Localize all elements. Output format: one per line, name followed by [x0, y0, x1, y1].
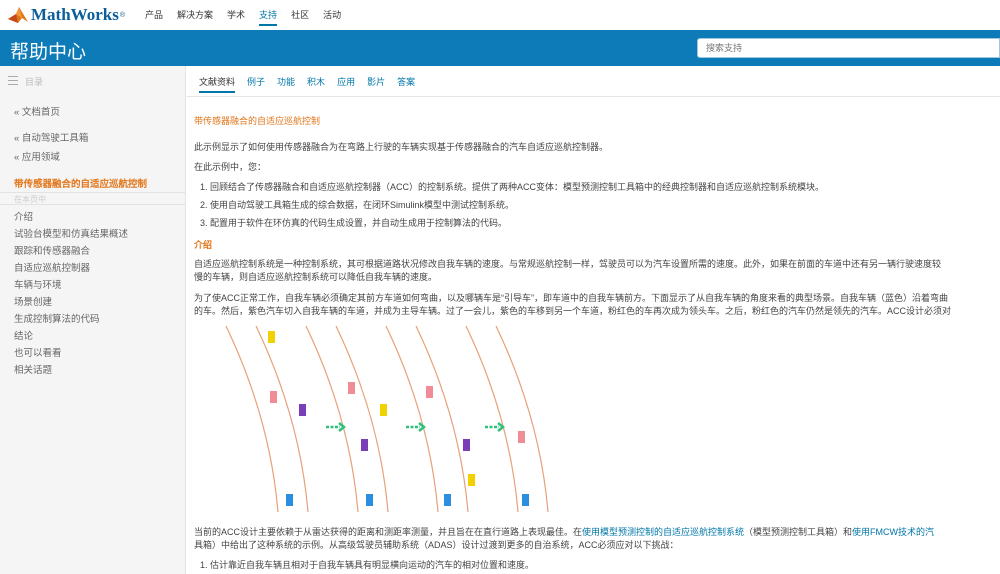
tab-functions[interactable]: 功能	[277, 75, 295, 93]
sidebar-item-doc-home[interactable]: « 文档首页	[14, 104, 60, 118]
sidebar-item-code-generation[interactable]: 生成控制算法的代码	[14, 311, 100, 325]
ego-car	[286, 494, 293, 506]
purple-car	[299, 404, 306, 416]
lane-line	[305, 325, 359, 513]
pink-car	[518, 431, 525, 443]
tab-examples[interactable]: 例子	[247, 75, 265, 93]
lane-line	[225, 325, 279, 513]
tab-apps[interactable]: 应用	[337, 75, 355, 93]
sidebar-item-related-topics[interactable]: 相关话题	[14, 362, 52, 376]
sidebar-item-current-page[interactable]: 带传感器融合的自适应巡航控制	[14, 176, 147, 190]
tab-documentation[interactable]: 文献资料	[199, 75, 236, 93]
lane-line	[495, 325, 549, 513]
tab-divider	[187, 96, 1000, 97]
paragraph-line: 当前的ACC设计主要依赖于从雷达获得的距离和测距率测量，并且旨在在直行道路上表现…	[194, 525, 934, 538]
sidebar-divider	[0, 204, 185, 205]
paragraph-line: 为了使ACC正常工作，自我车辆必须确定其前方车道如何弯曲，以及哪辆车是“引导车”…	[194, 293, 949, 303]
logo-trademark: ®	[119, 11, 126, 19]
logo-text: MathWorks	[31, 5, 119, 24]
article-title: 带传感器融合的自适应巡航控制	[194, 116, 321, 126]
lane-line	[415, 325, 469, 513]
sidebar-item-tracking-fusion[interactable]: 跟踪和传感器融合	[14, 243, 90, 257]
sidebar-item-introduction[interactable]: 介绍	[14, 209, 33, 223]
help-center-banner: 帮助中心	[0, 30, 1000, 66]
top-bar: MathWorks ® 产品 解决方案 学术 支持 社区 活动	[0, 0, 1000, 31]
top-nav: 产品 解决方案 学术 支持 社区 活动	[145, 8, 355, 26]
tab-answers[interactable]: 答案	[397, 75, 415, 93]
sidebar-item-applications[interactable]: « 应用领域	[14, 149, 60, 163]
lane-scenario-figure	[225, 325, 549, 513]
step-item: 2. 使用自动驾驶工具箱生成的综合数据，在闭环Simulink模型中测试控制系统…	[200, 200, 515, 210]
paragraph-line: 自适应巡航控制系统是一种控制系统，其可根据道路状况修改自我车辆的速度。与常规巡航…	[194, 259, 942, 269]
pink-car	[270, 391, 277, 403]
sidebar-header[interactable]: 目录	[0, 70, 185, 92]
link-mpc-acc[interactable]: 使用模型预测控制的自适应巡航控制系统	[582, 527, 744, 537]
paragraph-text: （模型预测控制工具箱）和	[744, 527, 853, 537]
in-this-example-text: 在此示例中，您：	[194, 162, 267, 172]
search-input[interactable]	[697, 38, 1000, 58]
lane-lines	[225, 325, 549, 513]
step-item: 1. 回顾结合了传感器融合和自适应巡航控制器（ACC）的控制系统。提供了两种AC…	[200, 182, 825, 192]
mathworks-logo[interactable]: MathWorks ®	[8, 4, 125, 26]
ego-car	[366, 494, 373, 506]
sidebar-divider	[0, 192, 185, 193]
sidebar-item-scenario-creation[interactable]: 场景创建	[14, 294, 52, 308]
pink-car	[426, 386, 433, 398]
paragraph-text: 当前的ACC设计主要依赖于从雷达获得的距离和测距率测量，并且旨在在直行道路上表现…	[194, 527, 583, 537]
tab-blocks[interactable]: 积木	[307, 75, 325, 93]
doc-tabs: 文献资料 例子 功能 积木 应用 影片 答案	[199, 75, 427, 93]
nav-products[interactable]: 产品	[145, 8, 163, 26]
hamburger-icon[interactable]	[8, 76, 18, 88]
arrow-icon	[406, 422, 427, 432]
article-intro: 此示例显示了如何使用传感器融合为在弯路上行驶的车辆实现基于传感器融合的汽车自适应…	[194, 142, 609, 152]
ego-car	[444, 494, 451, 506]
sidebar-item-see-also[interactable]: 也可以看看	[14, 345, 62, 359]
nav-academia[interactable]: 学术	[227, 8, 245, 26]
lane-line	[335, 325, 389, 513]
arrow-icon	[485, 422, 506, 432]
sidebar-item-conclusion[interactable]: 结论	[14, 328, 33, 342]
paragraph-line: 的车。然后，紫色汽车切入自我车辆的车道，并成为主导车辆。过了一会儿，紫色的车移到…	[194, 306, 952, 316]
ego-car	[522, 494, 529, 506]
yellow-car	[468, 474, 475, 486]
sidebar-item-acc-controller[interactable]: 自适应巡航控制器	[14, 260, 90, 274]
pink-car	[348, 382, 355, 394]
challenge-item: 1. 估计靠近自我车辆且相对于自我车辆具有明显横向运动的汽车的相对位置和速度。	[200, 560, 535, 570]
nav-support[interactable]: 支持	[259, 8, 278, 26]
nav-solutions[interactable]: 解决方案	[177, 8, 213, 26]
sidebar-item-automated-driving-toolbox[interactable]: « 自动驾驶工具箱	[14, 130, 88, 144]
section-heading-introduction: 介绍	[194, 240, 213, 250]
sidebar: 目录 « 文档首页 « 自动驾驶工具箱 « 应用领域 带传感器融合的自适应巡航控…	[0, 66, 186, 574]
page-title: 帮助中心	[10, 42, 87, 63]
arrow-icon	[326, 422, 347, 432]
sidebar-item-testbench-overview[interactable]: 试验台模型和仿真结果概述	[14, 226, 128, 240]
sidebar-item-vehicle-environment[interactable]: 车辆与环境	[14, 277, 62, 291]
step-item: 3. 配置用于软件在环仿真的代码生成设置，并自动生成用于控制算法的代码。	[200, 218, 508, 228]
lane-line	[385, 325, 439, 513]
purple-car	[361, 439, 368, 451]
nav-community[interactable]: 社区	[291, 8, 309, 26]
tab-videos[interactable]: 影片	[367, 75, 385, 93]
nav-events[interactable]: 活动	[323, 8, 341, 26]
yellow-car	[380, 404, 387, 416]
membrane-logo-icon	[8, 7, 28, 23]
paragraph-line: 具箱）中给出了这种系统的示例。从高级驾驶员辅助系统（ADAS）设计过渡到更多的自…	[194, 540, 679, 550]
purple-car	[463, 439, 470, 451]
link-fmcw[interactable]: 使用FMCW技术的汽	[852, 527, 934, 537]
yellow-car	[268, 331, 275, 343]
lane-line	[255, 325, 309, 513]
sidebar-header-label: 目录	[25, 77, 44, 87]
paragraph-line: 慢的车辆，则自适应巡航控制系统可以降低自我车辆的速度。	[194, 272, 438, 282]
